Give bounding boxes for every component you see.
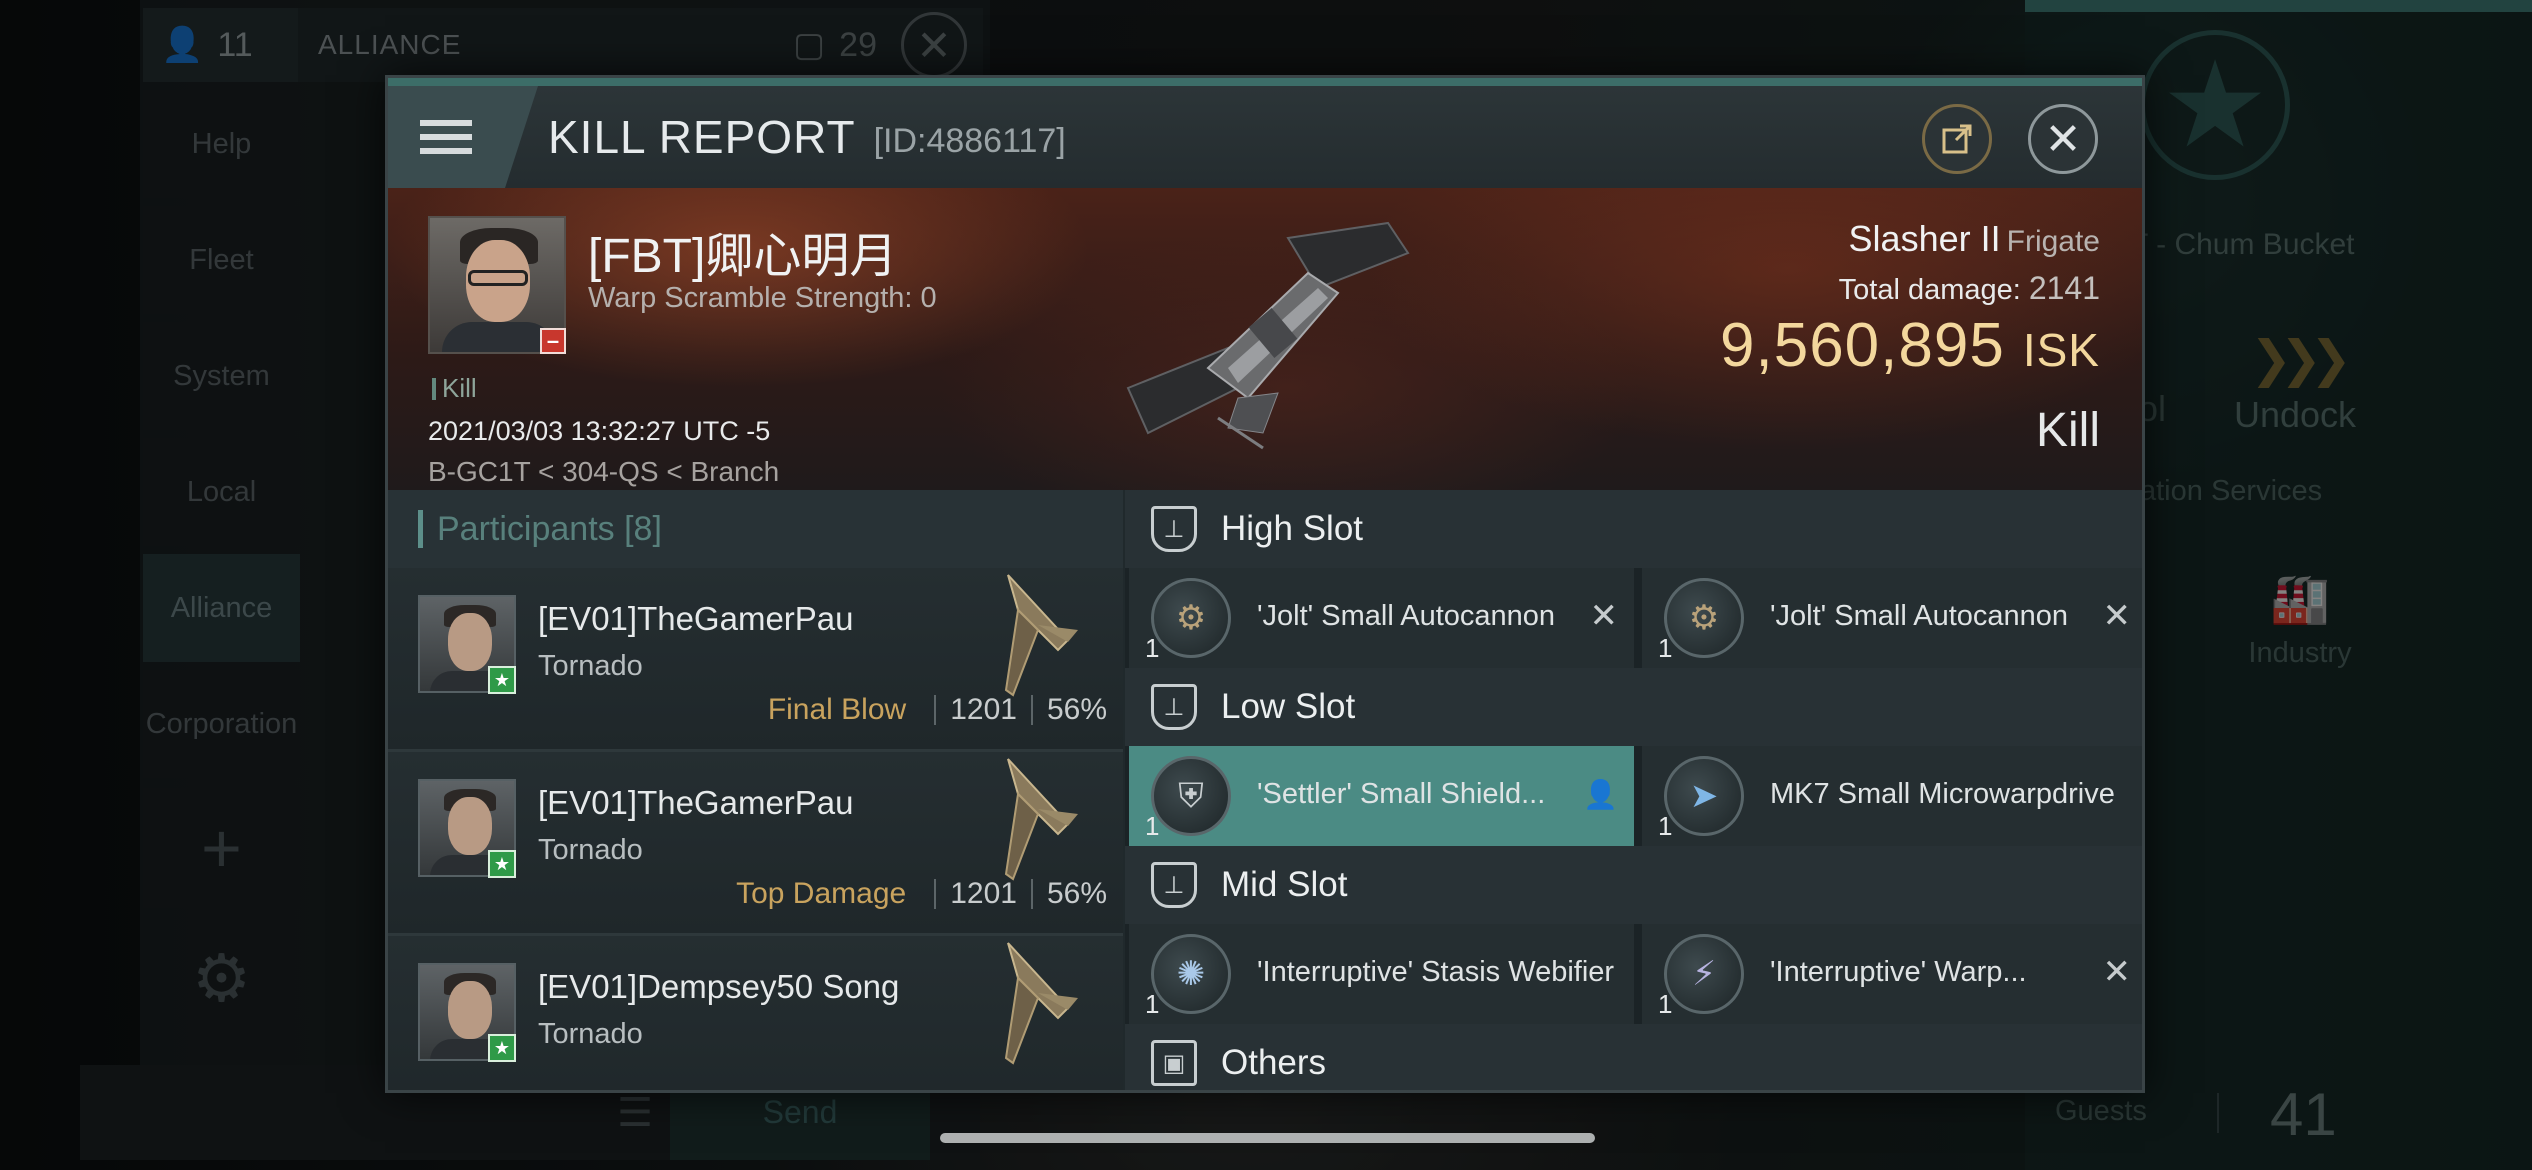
module-name: 'Interruptive' Warp... [1770, 956, 2027, 988]
modal-header: KILL REPORT [ID:4886117] ✕ [388, 86, 2142, 188]
participant-stats: Final Blow 1201 56% [768, 693, 1107, 727]
slot-title: High Slot [1221, 509, 1364, 548]
isk-unit: ISK [2022, 324, 2100, 376]
kill-tag: Kill [432, 373, 477, 404]
participant-row[interactable]: ★ [EV01]TheGamerPau Tornado Final Blow 1… [388, 568, 1123, 752]
high-slot-icon: ⊥ [1151, 506, 1197, 552]
home-indicator[interactable] [940, 1133, 1595, 1143]
modal-accent-line [388, 78, 2142, 86]
participant-percent: 56% [1046, 877, 1107, 910]
module-quantity: 1 [1145, 989, 1160, 1019]
participants-count: [8] [624, 509, 662, 548]
top-damage-tag: Top Damage [736, 877, 907, 910]
participants-header[interactable]: Participants [8] [388, 490, 1123, 568]
module-quantity: 1 [1658, 811, 1673, 841]
fitting-panel: ⊥ High Slot ⚙ 1 'Jolt' Small Autocannon … [1125, 490, 2142, 1090]
stasis-webifier-icon: ✺ [1151, 934, 1231, 1014]
participant-damage: 1201 [950, 877, 1017, 910]
warp-disruptor-icon: ⚡ [1664, 934, 1744, 1014]
victim-banner: – [FBT]卿心明月 Warp Scramble Strength: 0 Ki… [388, 188, 2142, 490]
kill-report-modal: KILL REPORT [ID:4886117] ✕ – [FBT]卿心明月 W… [385, 75, 2145, 1093]
module-name: 'Jolt' Small Autocannon [1257, 600, 1556, 632]
participant-ship: Tornado [538, 650, 643, 682]
cargo-box-icon: ▣ [1151, 1040, 1197, 1086]
victim-ship-image [1126, 221, 1410, 450]
participant-ship: Tornado [538, 834, 643, 866]
modal-title: KILL REPORT [548, 111, 856, 163]
microwarpdrive-icon: ➤ [1664, 756, 1744, 836]
module-quantity: 1 [1658, 989, 1673, 1019]
shield-icon: ⛨ [1151, 756, 1231, 836]
autocannon-icon: ⚙ [1664, 578, 1744, 658]
share-button[interactable] [1922, 104, 1992, 174]
module-name: 'Settler' Small Shield... [1257, 778, 1546, 810]
star-icon: ★ [488, 1034, 516, 1062]
mid-slot-modules: ✺ 1 'Interruptive' Stasis Webifier ⚡ 1 '… [1125, 924, 2142, 1024]
module-item[interactable]: ✺ 1 'Interruptive' Stasis Webifier [1129, 924, 1634, 1024]
low-slot-header: ⊥ Low Slot [1125, 668, 2142, 746]
module-item[interactable]: ⛨ 1 'Settler' Small Shield... 👤 [1129, 746, 1634, 846]
victim-ship-name[interactable]: Slasher II Frigate [1849, 218, 2100, 260]
autocannon-icon: ⚙ [1151, 578, 1231, 658]
participant-ship: Tornado [538, 1018, 643, 1050]
mid-slot-icon: ⊥ [1151, 862, 1197, 908]
external-link-icon [1942, 124, 1972, 154]
module-item[interactable]: ⚡ 1 'Interruptive' Warp... ✕ [1642, 924, 2142, 1024]
slot-title: Others [1221, 1043, 1327, 1082]
low-slot-modules: ⛨ 1 'Settler' Small Shield... 👤 ➤ 1 MK7 … [1125, 746, 2142, 846]
slot-title: Mid Slot [1221, 865, 1348, 904]
low-slot-icon: ⊥ [1151, 684, 1197, 730]
participant-percent: 56% [1046, 693, 1107, 726]
ship-class: Frigate [2006, 225, 2100, 258]
negative-standing-icon: – [540, 328, 566, 354]
menu-button[interactable] [388, 86, 538, 188]
participants-panel: Participants [8] ★ [EV01]TheGamerPau Tor… [388, 490, 1123, 1090]
warp-scramble-strength: Warp Scramble Strength: 0 [588, 282, 937, 314]
kill-timestamp: 2021/03/03 13:32:27 UTC -5 [428, 416, 771, 446]
high-slot-header: ⊥ High Slot [1125, 490, 2142, 568]
isk-value: 9,560,895 ISK [1720, 311, 2100, 380]
participant-name: [EV01]Dempsey50 Song [538, 968, 900, 1005]
kill-id: [ID:4886117] [873, 121, 1066, 160]
high-slot-modules: ⚙ 1 'Jolt' Small Autocannon ✕ ⚙ 1 'Jolt'… [1125, 568, 2142, 668]
others-header: ▣ Others [1125, 1024, 2142, 1090]
module-name: MK7 Small Microwarpdrive [1770, 778, 2115, 810]
module-item[interactable]: ⚙ 1 'Jolt' Small Autocannon ✕ [1642, 568, 2142, 668]
participant-damage: 1201 [950, 693, 1017, 726]
participant-name: [EV01]TheGamerPau [538, 600, 854, 637]
participant-stats: Top Damage 1201 56% [736, 877, 1107, 911]
dropped-person-icon: 👤 [1583, 779, 1618, 810]
module-quantity: 1 [1145, 811, 1160, 841]
total-damage-value: 2141 [2028, 270, 2100, 306]
final-blow-tag: Final Blow [767, 693, 907, 726]
module-item[interactable]: ➤ 1 MK7 Small Microwarpdrive [1642, 746, 2142, 846]
destroyed-icon: ✕ [1589, 597, 1619, 635]
star-icon: ★ [488, 666, 516, 694]
module-item[interactable]: ⚙ 1 'Jolt' Small Autocannon ✕ [1129, 568, 1634, 668]
kill-outcome: Kill [2035, 404, 2100, 457]
close-button[interactable]: ✕ [2028, 104, 2098, 174]
kill-location[interactable]: B-GC1T < 304-QS < Branch [428, 456, 779, 488]
hamburger-icon [420, 120, 472, 154]
participant-row[interactable]: ★ [EV01]Dempsey50 Song Tornado [388, 936, 1123, 1090]
participant-name: [EV01]TheGamerPau [538, 784, 854, 821]
module-quantity: 1 [1145, 633, 1160, 663]
victim-name[interactable]: [FBT]卿心明月 [588, 216, 897, 286]
total-damage: Total damage: 2141 [1838, 270, 2100, 306]
module-name: 'Interruptive' Stasis Webifier [1257, 956, 1615, 988]
participant-ship-image [1004, 758, 1078, 881]
star-icon: ★ [488, 850, 516, 878]
participant-ship-image [1004, 574, 1078, 697]
participant-ship-image [1004, 942, 1078, 1065]
module-name: 'Jolt' Small Autocannon [1770, 600, 2069, 632]
destroyed-icon: ✕ [2102, 953, 2132, 991]
mid-slot-header: ⊥ Mid Slot [1125, 846, 2142, 924]
module-quantity: 1 [1658, 633, 1673, 663]
slot-title: Low Slot [1221, 687, 1356, 726]
destroyed-icon: ✕ [2102, 597, 2132, 635]
participant-row[interactable]: ★ [EV01]TheGamerPau Tornado Top Damage 1… [388, 752, 1123, 936]
